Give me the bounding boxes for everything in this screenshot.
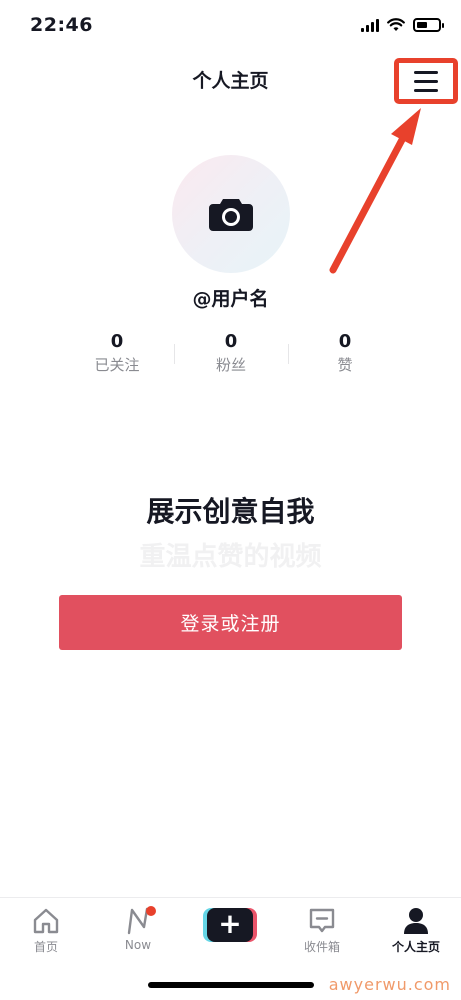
tab-now[interactable]: Now	[98, 906, 178, 952]
tab-profile[interactable]: 个人主页	[376, 906, 456, 955]
inbox-icon	[309, 908, 335, 933]
tab-inbox[interactable]: 收件箱	[282, 906, 362, 955]
watermark: awyerwu.com	[328, 975, 451, 994]
stat-value: 0	[110, 331, 124, 352]
stat-label: 已关注	[94, 356, 140, 374]
stat-followers[interactable]: 0 粉丝	[174, 330, 288, 376]
camera-icon	[209, 199, 253, 231]
username: @用户名	[192, 288, 269, 310]
login-button[interactable]: 登录或注册	[59, 595, 402, 650]
add-button[interactable]: +	[203, 908, 257, 942]
prompt-headline: 展示创意自我	[146, 495, 315, 528]
stat-likes[interactable]: 0 赞	[288, 330, 402, 376]
home-indicator	[148, 982, 314, 988]
tab-label: 首页	[33, 940, 58, 954]
prompt-subheadline: 重温点赞的视频	[139, 542, 322, 572]
add-icon: +	[207, 908, 253, 942]
tab-label: 收件箱	[303, 940, 340, 954]
notification-dot	[146, 906, 156, 916]
stat-label: 粉丝	[215, 356, 246, 374]
tab-label: Now	[124, 938, 152, 952]
tab-label: 个人主页	[391, 940, 440, 954]
stat-value: 0	[224, 331, 238, 352]
avatar[interactable]	[172, 155, 290, 273]
tab-home[interactable]: 首页	[6, 906, 86, 955]
stat-value: 0	[338, 331, 352, 352]
stat-label: 赞	[337, 356, 353, 374]
profile-stats: 0 已关注 0 粉丝 0 赞	[60, 330, 402, 376]
stat-following[interactable]: 0 已关注	[60, 330, 174, 376]
profile-icon	[404, 908, 428, 934]
home-icon	[33, 908, 59, 934]
